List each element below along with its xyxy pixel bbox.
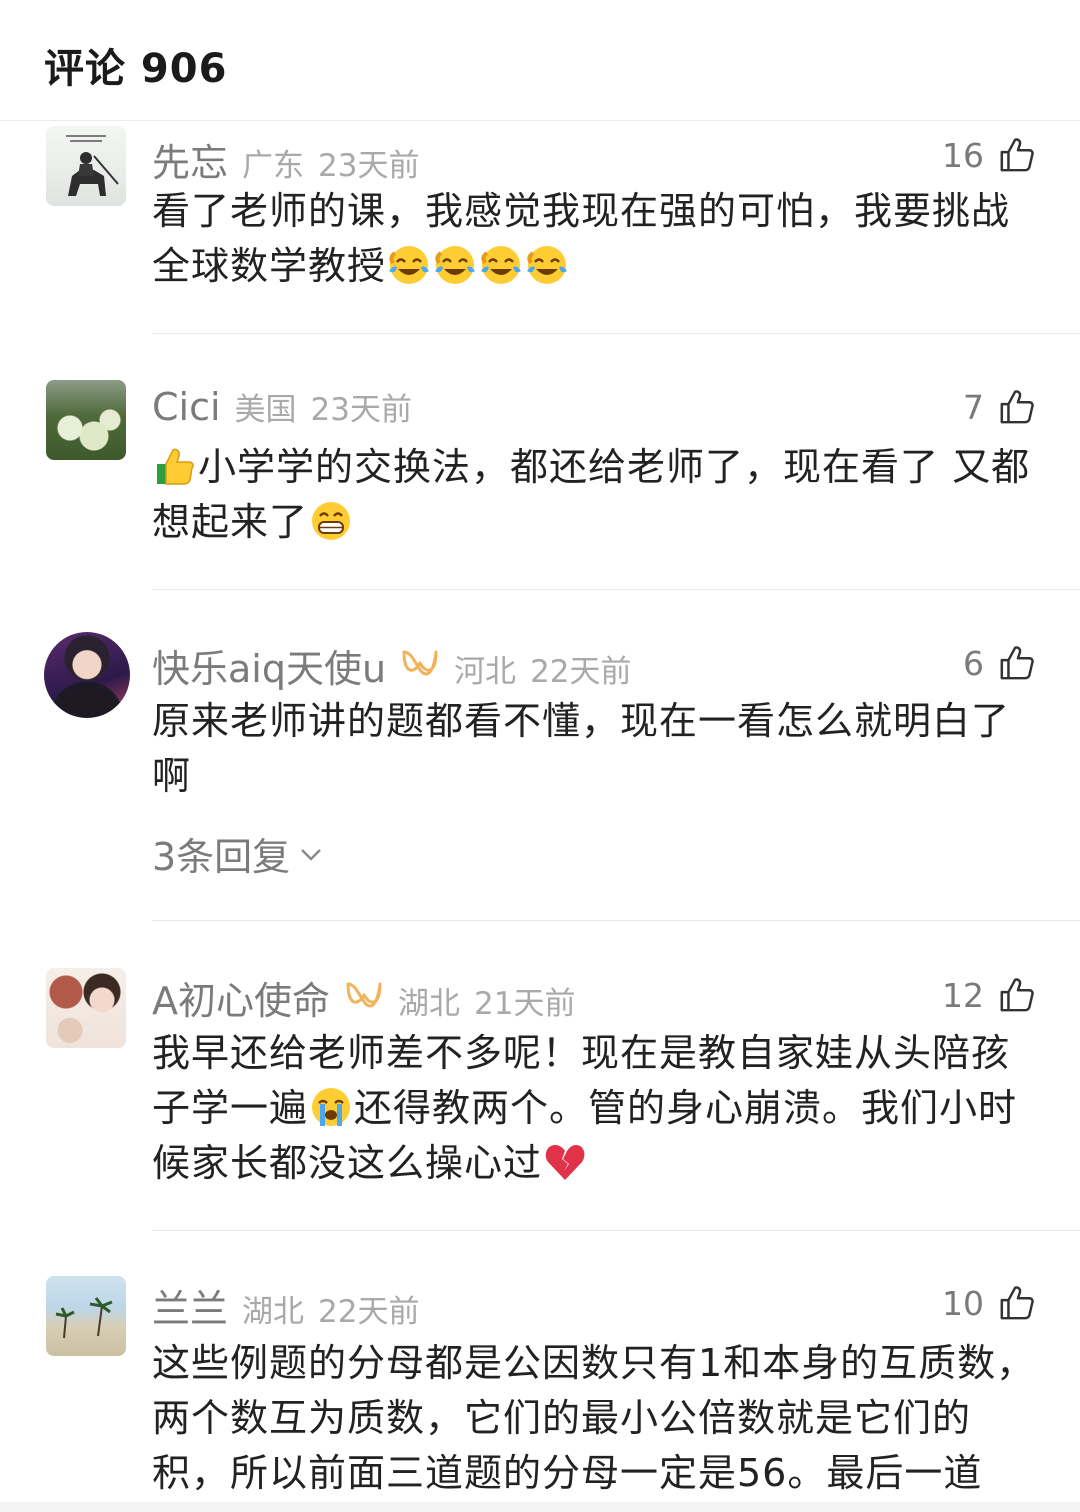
laughing-crying-emoji-icon (433, 243, 477, 287)
divider (152, 589, 1080, 590)
location: 广东 (242, 148, 305, 184)
username[interactable]: 兰兰 (152, 1278, 228, 1333)
comment-meta: 兰兰 湖北 22天前 (152, 1278, 433, 1331)
comment-meta: A初心使命 湖北 21天前 (152, 970, 589, 1023)
thumbs-up-outline-icon (998, 388, 1036, 426)
comment-text: 原来老师讲的题都看不懂，现在一看怎么就明白了啊 (152, 694, 1047, 804)
divider (152, 1230, 1080, 1231)
like-button[interactable]: 7 (963, 382, 1036, 432)
comment-text: 我早还给老师差不多呢！现在是教自家娃从头陪孩子学一遍 还得教两个。管的身心崩溃。我… (152, 1026, 1047, 1191)
view-replies-button[interactable]: 3条回复 (152, 826, 324, 881)
beach-avatar-image (55, 1297, 113, 1339)
comment-text-body: 这些例题的分母都是公因数只有1和本身的互质数，两个数互为质数，它们的最小公倍数就… (152, 1341, 1036, 1495)
avatar[interactable] (46, 380, 126, 460)
username[interactable]: 先忘 (152, 132, 228, 187)
replies-label: 3条回复 (152, 835, 291, 879)
like-button[interactable]: 12 (942, 970, 1036, 1020)
thumbs-up-emoji-icon (153, 444, 197, 488)
like-count: 7 (963, 387, 984, 427)
divider (152, 333, 1080, 334)
comment-text-body: 小学学的交换法，都还给老师了，现在看了 又都想起来了 (152, 445, 1031, 544)
comment-text: 看了老师的课，我感觉我现在强的可怕，我要挑战全球数学教授 (152, 184, 1047, 294)
timestamp: 22天前 (318, 1294, 420, 1330)
timestamp: 23天前 (310, 392, 412, 428)
thumbs-up-outline-icon (998, 1284, 1036, 1322)
rider-avatar-image (66, 135, 119, 196)
avatar[interactable] (46, 126, 126, 206)
comment-text: 小学学的交换法，都还给老师了，现在看了 又都想起来了 (152, 440, 1047, 550)
laughing-crying-emoji-icon (387, 243, 431, 287)
comment-meta: 先忘 广东 23天前 (152, 132, 433, 185)
location: 湖北 (398, 986, 460, 1022)
broken-heart-emoji-icon (543, 1140, 587, 1184)
comments-header: 评论 906 (0, 0, 1080, 121)
vip-badge-icon (344, 980, 384, 1010)
avatar[interactable] (44, 632, 130, 718)
username[interactable]: Cici (152, 385, 221, 429)
comment-meta: Cici 美国 23天前 (152, 384, 426, 434)
comment-text-body: 看了老师的课，我感觉我现在强的可怕，我要挑战全球数学教授 (152, 189, 1011, 288)
comments-count-title: 评论 906 (44, 46, 228, 92)
timestamp: 22天前 (530, 654, 632, 690)
like-count: 16 (942, 135, 984, 175)
timestamp: 23天前 (318, 148, 420, 184)
chevron-down-icon (301, 848, 322, 861)
thumbs-up-outline-icon (998, 644, 1036, 682)
like-button[interactable]: 6 (963, 638, 1036, 688)
like-button[interactable]: 16 (942, 130, 1036, 180)
avatar[interactable] (46, 1276, 126, 1356)
grinning-emoji-icon (309, 499, 353, 543)
vip-badge-icon (400, 648, 440, 678)
like-button[interactable]: 10 (942, 1278, 1036, 1328)
location: 美国 (234, 392, 297, 428)
comment-meta: 快乐aiq天使u 河北 22天前 (152, 638, 646, 691)
laughing-crying-emoji-icon (479, 243, 523, 287)
avatar[interactable] (46, 968, 126, 1048)
location: 河北 (454, 654, 517, 690)
thumbs-up-outline-icon (998, 136, 1036, 174)
comment-text-body: 原来老师讲的题都看不懂，现在一看怎么就明白了啊 (152, 699, 1011, 798)
thumbs-up-outline-icon (998, 976, 1036, 1014)
crying-emoji-icon (309, 1085, 353, 1129)
timestamp: 21天前 (474, 986, 576, 1022)
comment-text: 这些例题的分母都是公因数只有1和本身的互质数，两个数互为质数，它们的最小公倍数就… (152, 1336, 1047, 1512)
bottom-edge (0, 1502, 1080, 1512)
username[interactable]: A初心使命 (152, 970, 330, 1025)
location: 湖北 (242, 1294, 305, 1330)
like-count: 10 (942, 1283, 984, 1323)
laughing-crying-emoji-icon (525, 243, 569, 287)
username[interactable]: 快乐aiq天使u (152, 638, 386, 693)
like-count: 6 (963, 643, 984, 683)
like-count: 12 (942, 975, 984, 1015)
divider (152, 920, 1080, 921)
